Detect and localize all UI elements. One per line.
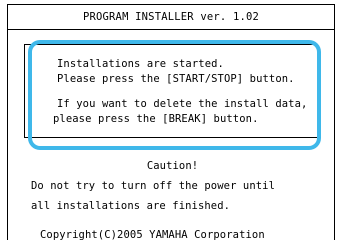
caution-line-1: Do not try to turn off the power until — [31, 180, 276, 192]
caution-heading: Caution! — [146, 160, 199, 172]
caution-line-2: all installations are finished. — [31, 200, 231, 212]
window-title: PROGRAM INSTALLER ver. 1.02 — [7, 4, 335, 30]
message-line-2: Please press the [START/STOP] button. — [57, 73, 295, 85]
message-line-4: please press the [BREAK] button. — [53, 113, 259, 125]
copyright-text: Copyright(C)2005 YAMAHA Corporation — [40, 229, 265, 241]
message-line-1: Installations are started. — [57, 58, 224, 70]
message-line-3: If you want to delete the install data, — [57, 98, 308, 110]
